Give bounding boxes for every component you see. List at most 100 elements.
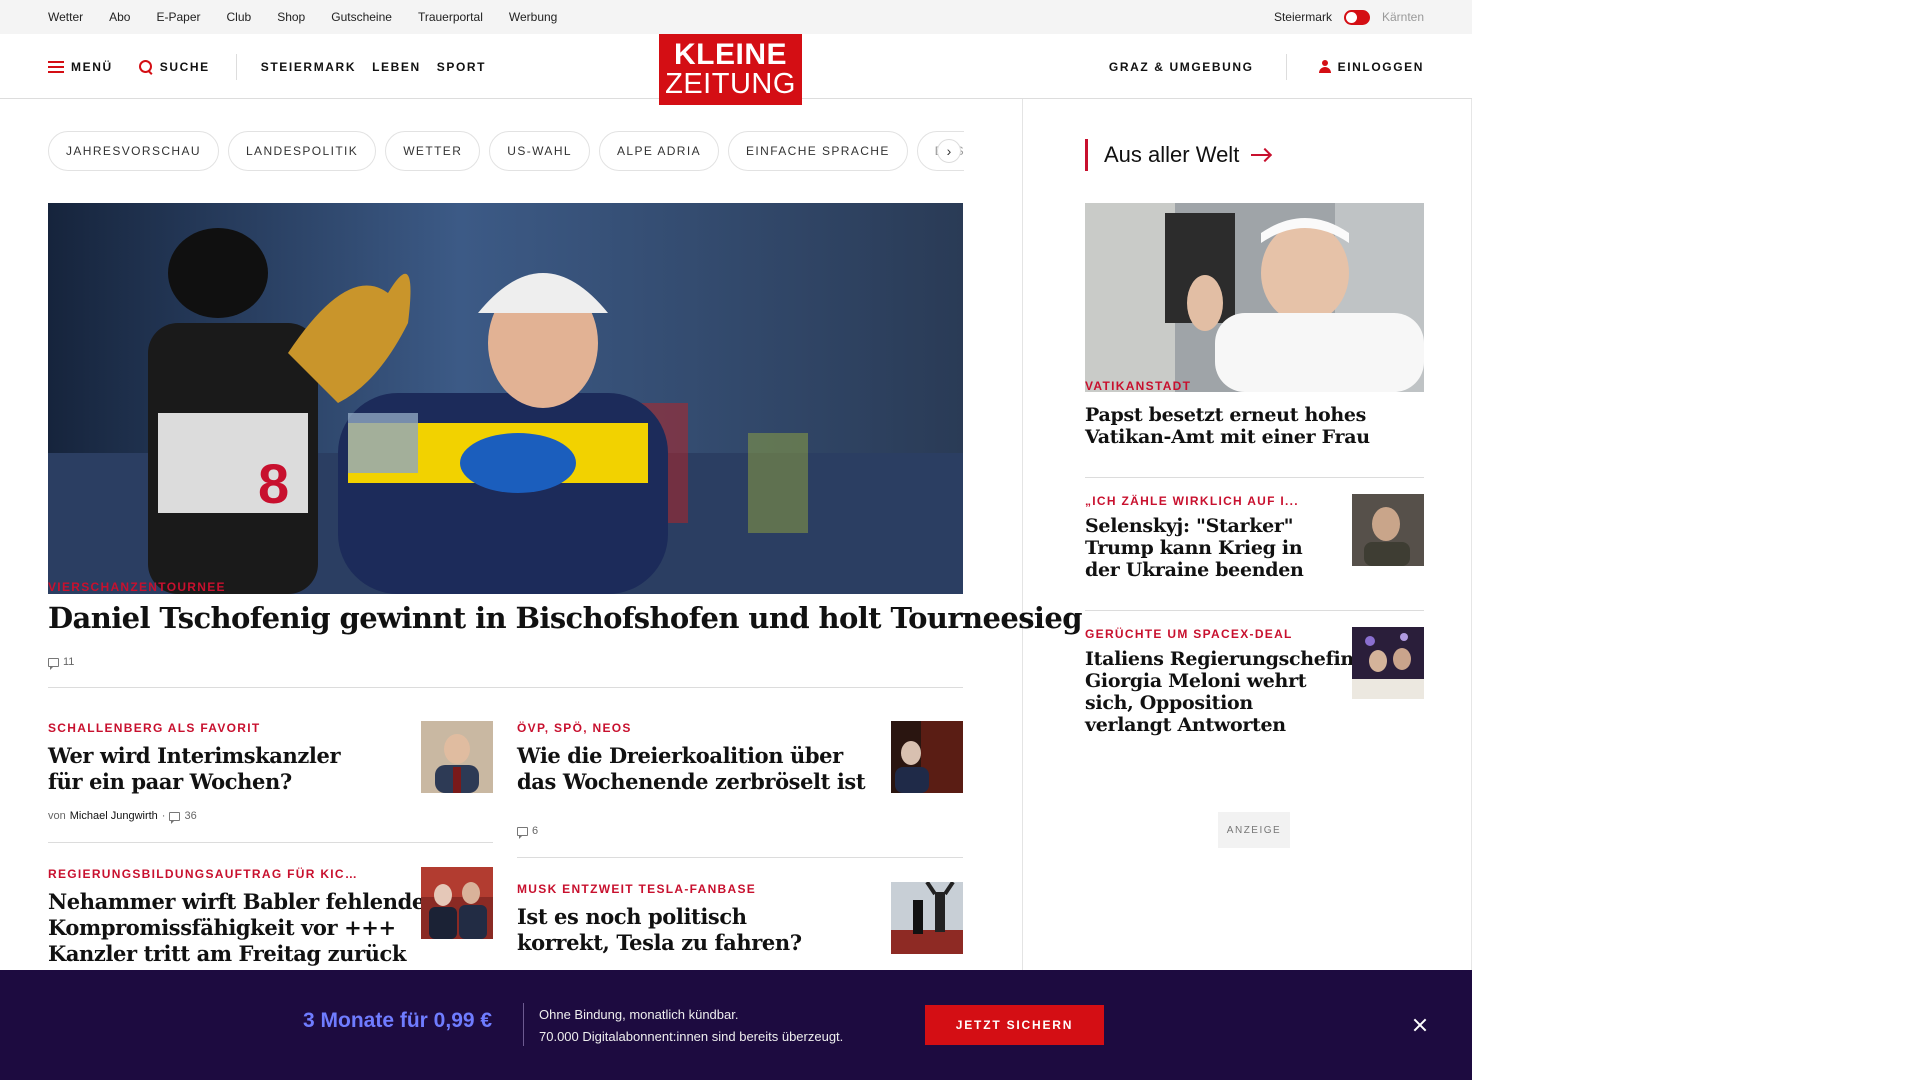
promo-cta-button[interactable]: JETZT SICHERN — [925, 1005, 1104, 1045]
header-divider-right — [1285, 53, 1287, 80]
aside-3-title[interactable]: Italiens Regierungschefin Giorgia Meloni… — [1085, 648, 1354, 736]
aside-1-title-line-1: Papst besetzt erneut hohes — [1085, 404, 1367, 426]
nav-graz-umgebung[interactable]: GRAZ & UMGEBUNG — [1109, 60, 1254, 74]
teaser-4-title-line-2: korrekt, Tesla zu fahren? — [517, 930, 802, 955]
header-divider — [235, 53, 237, 80]
menu-button[interactable]: MENÜ — [48, 60, 113, 74]
close-icon[interactable] — [1408, 1013, 1432, 1037]
teaser-3-kicker[interactable]: REGIERUNGSBILDUNGSAUFTRAG FÜR KIC... — [48, 867, 358, 881]
teaser-3-title-line-2: Kompromissfähigkeit vor +++ — [48, 915, 396, 940]
aside-3-kicker[interactable]: GERÜCHTE UM SPACEX-DEAL — [1085, 627, 1305, 641]
promo-line-2: 70.000 Digitalabonnent:innen sind bereit… — [539, 1029, 844, 1044]
teaser-3-title[interactable]: Nehammer wirft Babler fehlende Kompromis… — [48, 889, 425, 967]
utility-link-abo[interactable]: Abo — [109, 10, 130, 24]
aside-3-title-line-3: sich, Opposition — [1085, 692, 1253, 714]
nav-steiermark[interactable]: STEIERMARK — [261, 60, 356, 74]
region-switch: Steiermark Kärnten — [1274, 0, 1424, 34]
teaser-4-title-line-1: Ist es noch politisch — [517, 904, 747, 929]
teaser-1-kicker[interactable]: SCHALLENBERG ALS FAVORIT — [48, 721, 348, 735]
promo-divider — [523, 1003, 524, 1046]
aside-1-title[interactable]: Papst besetzt erneut hohes Vatikan-Amt m… — [1085, 404, 1370, 448]
teaser-3-title-line-1: Nehammer wirft Babler fehlende — [48, 889, 425, 914]
utility-link-wetter[interactable]: Wetter — [48, 10, 83, 24]
teaser-2-kicker[interactable]: ÖVP, SPÖ, NEOS — [517, 721, 817, 735]
region-toggle[interactable] — [1343, 9, 1370, 25]
chip-wetter[interactable]: WETTER — [385, 131, 481, 171]
byline-dot: · — [161, 810, 166, 822]
ad-label: ANZEIGE — [1218, 812, 1290, 848]
utility-link-gutscheine[interactable]: Gutscheine — [331, 10, 392, 24]
teaser-1-title[interactable]: Wer wird Interimskanzler für ein paar Wo… — [48, 743, 341, 795]
hero-title[interactable]: Daniel Tschofenig gewinnt in Bischofshof… — [48, 601, 1082, 636]
chips-next-arrow-icon[interactable]: › — [937, 139, 961, 163]
hero-image[interactable]: 8 — [48, 203, 963, 594]
teaser-1-title-line-2: für ein paar Wochen? — [48, 769, 292, 794]
comment-icon — [517, 826, 528, 839]
column-divider — [1022, 99, 1023, 979]
user-icon — [1318, 60, 1331, 73]
header-left: MENÜ SUCHE STEIERMARK LEBEN SPORT — [48, 34, 502, 99]
aside-2-kicker[interactable]: „ICH ZÄHLE WIRKLICH AUF I... — [1085, 494, 1305, 508]
menu-label: MENÜ — [71, 59, 113, 74]
teaser-4-thumbnail[interactable] — [891, 882, 963, 954]
aside-1-divider — [1085, 477, 1424, 478]
utility-link-shop[interactable]: Shop — [277, 10, 305, 24]
chip-alpe-adria[interactable]: ALPE ADRIA — [598, 131, 719, 171]
aside-title-text: Aus aller Welt — [1104, 142, 1240, 167]
teaser-4-kicker[interactable]: MUSK ENTZWEIT TESLA-FANBASE — [517, 882, 817, 896]
chip-jahresvorschau[interactable]: JAHRESVORSCHAU — [48, 131, 219, 171]
aside-3-title-line-2: Giorgia Meloni wehrt — [1085, 670, 1307, 692]
teaser-2-divider — [517, 857, 963, 858]
aside-2-title-line-2: Trump kann Krieg in — [1085, 537, 1303, 559]
byline-author[interactable]: Michael Jungwirth — [70, 810, 158, 822]
utility-link-werbung[interactable]: Werbung — [509, 10, 557, 24]
hero-comment-count[interactable]: 11 — [63, 656, 74, 668]
nav-leben[interactable]: LEBEN — [372, 60, 421, 74]
utility-link-club[interactable]: Club — [227, 10, 252, 24]
login-button[interactable]: EINLOGGEN — [1318, 59, 1424, 74]
teaser-1-thumbnail[interactable] — [421, 721, 493, 793]
aside-3-title-line-1: Italiens Regierungschefin — [1085, 648, 1354, 670]
chip-landespolitik[interactable]: LANDESPOLITIK — [227, 131, 377, 171]
aside-2-divider — [1085, 610, 1424, 611]
teaser-2-meta: 6 — [517, 825, 538, 839]
nav-sport[interactable]: SPORT — [437, 60, 486, 74]
header-right: GRAZ & UMGEBUNG EINLOGGEN — [1109, 34, 1424, 99]
arrow-right-icon — [1251, 154, 1270, 156]
teaser-3-thumbnail[interactable] — [421, 867, 493, 939]
utility-link-epaper[interactable]: E-Paper — [156, 10, 200, 24]
topic-chips: JAHRESVORSCHAU LANDESPOLITIK WETTER US-W… — [48, 131, 964, 171]
region-kaernten[interactable]: Kärnten — [1382, 10, 1424, 24]
teaser-2-thumbnail[interactable] — [891, 721, 963, 793]
search-button[interactable]: SUCHE — [138, 59, 210, 74]
aside-1-image[interactable] — [1085, 203, 1424, 392]
hamburger-icon — [48, 60, 64, 73]
aside-1-kicker[interactable]: VATIKANSTADT — [1085, 379, 1424, 393]
hero-meta: 11 — [48, 656, 74, 670]
aside-2-title-line-3: der Ukraine beenden — [1085, 559, 1304, 581]
page-margin — [1472, 0, 1920, 1080]
teaser-1-title-line-1: Wer wird Interimskanzler — [48, 743, 341, 768]
hero-kicker[interactable]: VIERSCHANZENTOURNEE — [48, 580, 226, 594]
aside-3-thumbnail[interactable] — [1352, 627, 1424, 699]
hero-divider — [48, 687, 963, 688]
logo-line-2: ZEITUNG — [665, 68, 796, 100]
logo-line-1: KLEINE — [673, 38, 787, 71]
aside-2-title[interactable]: Selenskyj: "Starker" Trump kann Krieg in… — [1085, 515, 1304, 581]
teaser-1-comment-count[interactable]: 36 — [184, 810, 196, 822]
aside-2-thumbnail[interactable] — [1352, 494, 1424, 566]
chip-einfache-sprache[interactable]: EINFACHE SPRACHE — [728, 131, 908, 171]
login-label: EINLOGGEN — [1337, 59, 1424, 74]
teaser-2-comment-count[interactable]: 6 — [532, 825, 538, 837]
aside-section-title[interactable]: Aus aller Welt — [1085, 139, 1270, 171]
teaser-2-title-line-2: das Wochenende zerbröselt ist — [517, 769, 866, 794]
teaser-4-title[interactable]: Ist es noch politisch korrekt, Tesla zu … — [517, 904, 802, 956]
main-header: MENÜ SUCHE STEIERMARK LEBEN SPORT KLEINE… — [0, 34, 1472, 105]
utility-link-trauerportal[interactable]: Trauerportal — [418, 10, 483, 24]
chip-us-wahl[interactable]: US-WAHL — [489, 131, 590, 171]
site-logo[interactable]: KLEINE ZEITUNG — [659, 34, 802, 105]
comment-icon — [169, 811, 181, 824]
teaser-2-title-line-1: Wie die Dreierkoalition über — [517, 743, 843, 768]
region-steiermark[interactable]: Steiermark — [1274, 10, 1332, 24]
teaser-2-title[interactable]: Wie die Dreierkoalition über das Wochene… — [517, 743, 866, 795]
